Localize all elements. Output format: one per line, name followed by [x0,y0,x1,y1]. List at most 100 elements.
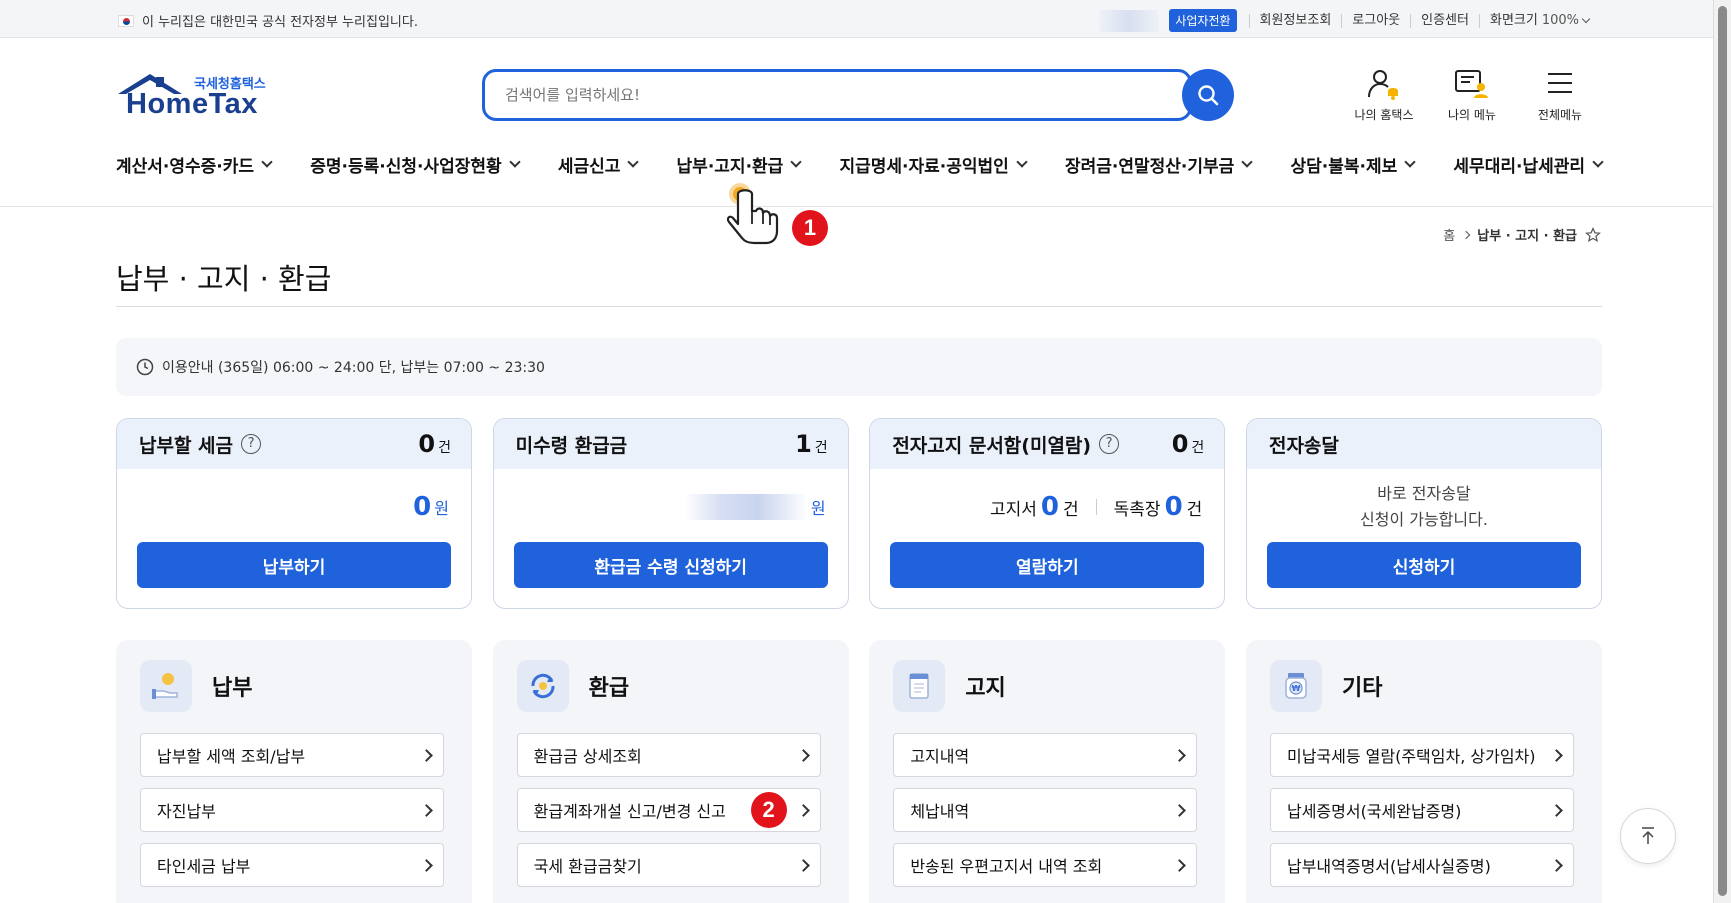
hometax-logo[interactable]: 국세청홈택스 HomeTax [116,70,276,130]
title-divider [116,306,1602,307]
hand-coin-icon [140,660,192,712]
nav-item-certificate[interactable]: 증명·등록·신청·사업장현황 [310,152,521,177]
chevron-right-icon [420,858,433,872]
card-header: 전자송달 [1246,419,1601,469]
search-button[interactable] [1182,69,1234,121]
list-item[interactable]: 환급계좌개설 신고/변경 신고 2 [516,788,821,832]
enotice-card: 전자고지 문서함(미열람) ? 0 건 고지서 0 건 독촉장 0 건 열람하기 [869,418,1226,609]
list-item[interactable]: 미납국세등 열람(주택임차, 상가임차) [1269,733,1574,777]
list-item[interactable]: 고지내역 [893,733,1198,777]
list-item[interactable]: 납세증명서(국세완납증명) [1269,788,1574,832]
korea-flag-icon [118,14,134,27]
category-title: 환급 [588,676,630,701]
list-item[interactable]: 반송된 우편고지서 내역 조회 [893,843,1198,887]
card-body: 원 [494,469,848,544]
header-icons: 나의 홈택스 나의 메뉴 전체메뉴 [1351,68,1593,123]
zoom-select[interactable]: 화면크기 100% [1478,13,1591,28]
chevron-right-icon [796,803,810,817]
tax-due-card: 납부할 세금 ? 0 건 0 원 납부하기 [116,418,472,609]
arrow-up-icon [1642,827,1654,844]
card-header: 납부할 세금 ? 0 건 [117,419,471,469]
refund-claim-button[interactable]: 환급금 수령 신청하기 [513,542,828,588]
pay-button[interactable]: 납부하기 [137,542,451,588]
list-item[interactable]: 납부내역증명서(납세사실증명) [1269,843,1574,887]
all-menu-button[interactable]: 전체메뉴 [1527,68,1593,123]
service-hours-text: 이용안내 (365일) 06:00 ~ 24:00 단, 납부는 07:00 ~… [162,360,545,376]
chevron-right-icon [1173,748,1187,762]
chevron-right-icon [420,803,433,817]
category-header: 환급 [516,660,630,712]
list-item[interactable]: 납부할 세액 조회/납부 [140,733,444,777]
nav-item-consult[interactable]: 상담·불복·제보 [1290,152,1416,177]
search-icon [1198,85,1219,106]
search-bar [482,69,1234,121]
scroll-top-button[interactable] [1620,808,1676,864]
all-menu-label: 전체메뉴 [1537,108,1583,122]
scrollbar-thumb[interactable] [1718,6,1727,896]
member-info-link[interactable]: 회원정보조회 [1248,13,1342,28]
item-label: 국세 환급금찾기 [533,857,642,876]
chevron-down-icon [790,156,802,168]
nav-label: 세금신고 [557,157,621,177]
category-list: 고지내역 체납내역 반송된 우편고지서 내역 조회 [893,733,1198,898]
refund-card: 미수령 환급금 1 건 원 환급금 수령 신청하기 [492,418,849,609]
list-item[interactable]: 자진납부 [140,788,444,832]
category-list: 미납국세등 열람(주택임차, 상가임차) 납세증명서(국세완납증명) 납부내역증… [1269,733,1574,898]
amount-number[interactable]: 0 [413,492,431,522]
cert-center-link[interactable]: 인증센터 [1410,13,1479,28]
my-menu-button[interactable]: 나의 메뉴 [1439,68,1505,123]
view-button[interactable]: 열람하기 [890,542,1205,588]
bill-label: 고지서 [990,499,1037,520]
header: 국세청홈택스 HomeTax 나의 홈택스 [0,38,1713,148]
help-icon[interactable]: ? [241,434,262,454]
nav-item-payment-notice-refund[interactable]: 납부·고지·환급 [677,152,802,177]
nav-item-tax-agent[interactable]: 세무대리·납세관리 [1453,152,1604,177]
nav-label: 지급명세·자료·공익법인 [839,157,1009,177]
star-icon[interactable] [1585,226,1601,243]
refund-cycle-icon [516,660,569,712]
breadcrumb-home[interactable]: 홈 [1443,225,1455,244]
chevron-right-icon [1173,803,1187,817]
count-number: 0 [1171,430,1189,458]
main-nav: 계산서·영수증·카드 증명·등록·신청·사업장현황 세금신고 납부·고지·환급 … [116,152,1604,177]
nav-label: 장려금·연말정산·기부금 [1064,157,1235,177]
list-item[interactable]: 체납내역 [893,788,1198,832]
nav-item-invoice[interactable]: 계산서·영수증·카드 [116,152,273,177]
urge-count[interactable]: 독촉장 0 건 [1114,492,1203,522]
chevron-right-icon [1173,858,1187,872]
menu-user-icon [1455,70,1488,98]
chevron-right-icon [796,858,810,872]
esend-card: 전자송달 바로 전자송달 신청이 가능합니다. 신청하기 [1245,418,1602,609]
nav-item-payment-statement[interactable]: 지급명세·자료·공익법인 [839,152,1028,177]
refund-amount-masked[interactable] [683,493,808,520]
nav-item-incentive[interactable]: 장려금·연말정산·기부금 [1064,152,1253,177]
list-item[interactable]: 환급금 상세조회 [516,733,821,777]
clock-icon [136,358,154,376]
item-label: 체납내역 [910,802,970,821]
apply-button[interactable]: 신청하기 [1266,542,1581,588]
chevron-right-icon [1550,748,1563,762]
my-hometax-button[interactable]: 나의 홈택스 [1351,68,1417,123]
list-item[interactable]: 국세 환급금찾기 [516,843,821,887]
category-list: 납부할 세액 조회/납부 자진납부 타인세금 납부 [140,733,444,898]
chevron-down-icon [627,156,640,168]
count-unit: 건 [814,440,828,456]
list-item[interactable]: 타인세금 납부 [140,843,444,887]
business-switch-button[interactable]: 사업자전환 [1169,9,1237,32]
bill-count[interactable]: 고지서 0 건 [990,492,1079,522]
step-mark-1: 1 [792,210,828,246]
count-unit: 건 [1191,440,1205,456]
card-header: 미수령 환급금 1 건 [493,419,848,469]
scrollbar[interactable] [1713,0,1731,903]
refund-category: 환급 환급금 상세조회 환급계좌개설 신고/변경 신고 2 국세 환급금찾기 [492,640,849,903]
nav-item-tax-return[interactable]: 세금신고 [557,152,640,177]
hand-pointer-icon [726,183,779,245]
category-title: 기타 [1341,676,1383,701]
search-input[interactable] [482,69,1192,121]
help-icon[interactable]: ? [1099,434,1120,454]
nav-label: 계산서·영수증·카드 [116,157,255,177]
urge-number: 0 [1164,491,1183,522]
user-bell-icon [1368,70,1398,100]
amount-unit: 원 [434,498,449,518]
logout-link[interactable]: 로그아웃 [1341,13,1410,28]
